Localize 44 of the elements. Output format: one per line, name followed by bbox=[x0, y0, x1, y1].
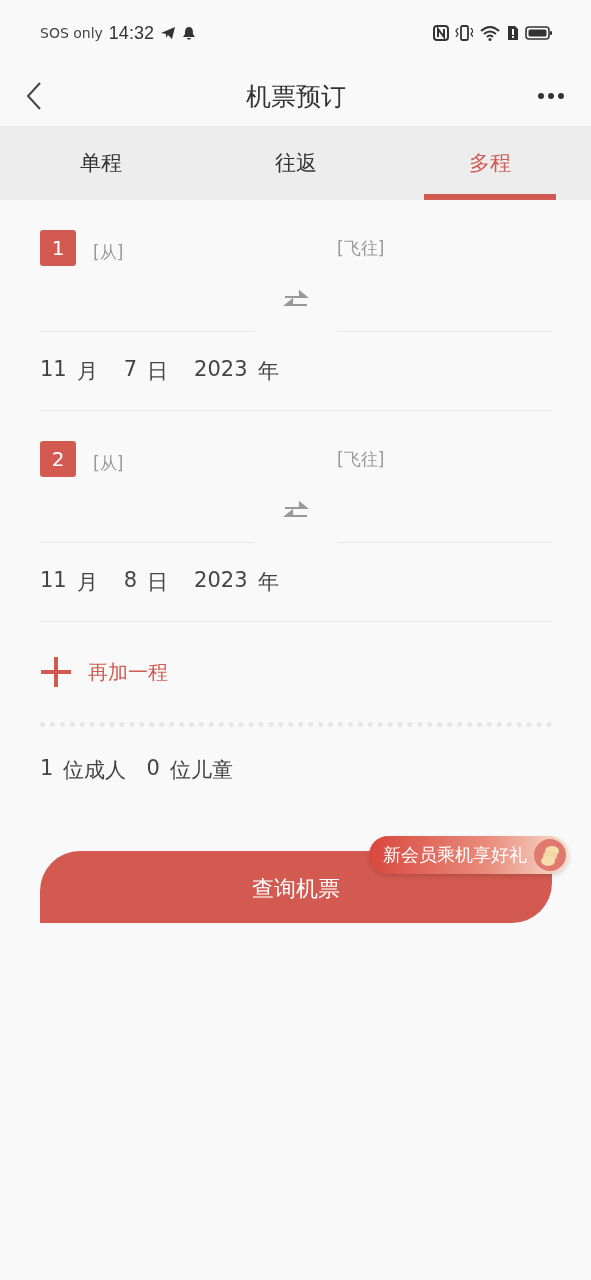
back-button[interactable] bbox=[26, 82, 42, 110]
destination-field[interactable]: [飞往] bbox=[337, 230, 487, 258]
passenger-count: 0 bbox=[146, 756, 160, 782]
add-leg-button[interactable]: 再加一程 bbox=[40, 622, 168, 722]
leg-number-badge: 1 bbox=[40, 230, 76, 266]
date-value: 11 bbox=[40, 568, 67, 594]
passenger-selector[interactable]: 1 位成人 0 位儿童 bbox=[40, 727, 233, 813]
date-unit: 年 bbox=[257, 358, 279, 385]
date-value: 8 bbox=[123, 568, 138, 594]
page-title: 机票预订 bbox=[245, 80, 346, 113]
plus-icon bbox=[40, 656, 72, 688]
passenger-type: 位成人 bbox=[63, 757, 127, 784]
passenger-count: 1 bbox=[40, 756, 54, 782]
date-unit: 年 bbox=[257, 569, 279, 596]
vibrate-icon bbox=[455, 25, 473, 41]
back-icon bbox=[26, 82, 42, 110]
date-unit: 日 bbox=[147, 358, 169, 385]
date-unit: 日 bbox=[147, 569, 169, 596]
tab[interactable]: 往返 bbox=[229, 126, 362, 200]
date-value: 11 bbox=[40, 357, 67, 383]
paper-plane-icon bbox=[159, 26, 176, 40]
carrier-text: SOS only bbox=[40, 25, 103, 41]
more-icon bbox=[537, 92, 565, 100]
battery-icon bbox=[525, 25, 553, 41]
date-unit: 月 bbox=[76, 569, 98, 596]
departure-field[interactable]: [从] bbox=[93, 234, 243, 262]
more-button[interactable] bbox=[537, 92, 565, 100]
wifi-icon bbox=[479, 25, 501, 41]
date-picker[interactable]: 11 月 8 日 2023 年 bbox=[40, 568, 279, 596]
nfc-icon bbox=[433, 25, 449, 41]
clock: 14:32 bbox=[108, 22, 154, 44]
date-value: 2023 bbox=[194, 357, 248, 383]
passenger-type: 位儿童 bbox=[169, 757, 233, 784]
bell-icon bbox=[181, 25, 196, 41]
date-value: 2023 bbox=[194, 568, 248, 594]
leg-number-badge: 2 bbox=[40, 441, 76, 477]
date-value: 7 bbox=[123, 357, 138, 383]
tab[interactable]: 单程 bbox=[35, 126, 167, 200]
sim-alert-icon bbox=[507, 25, 519, 41]
date-picker[interactable]: 11 月 7 日 2023 年 bbox=[40, 357, 279, 385]
coins-icon bbox=[533, 838, 567, 872]
destination-field[interactable]: [飞往] bbox=[337, 441, 487, 469]
date-unit: 月 bbox=[76, 358, 98, 385]
departure-field[interactable]: [从] bbox=[93, 445, 243, 473]
